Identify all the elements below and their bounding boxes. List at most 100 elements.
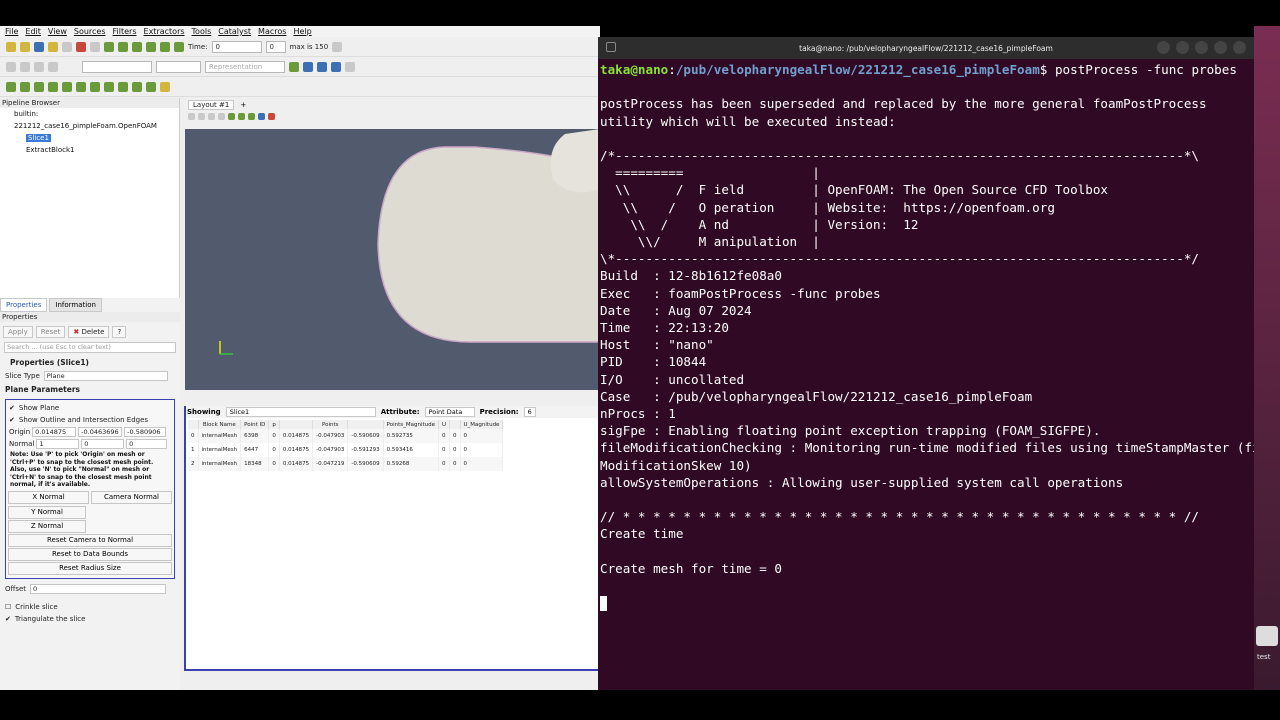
column-header[interactable]: Points_Magnitude — [383, 420, 440, 429]
camera-normal-button[interactable]: Camera Normal — [91, 490, 172, 504]
select-cells-icon[interactable] — [238, 113, 245, 120]
menu-view[interactable]: View — [48, 26, 67, 37]
column-header[interactable] — [347, 420, 384, 429]
column-header[interactable]: Points — [312, 420, 349, 429]
menu-extractors[interactable]: Extractors — [144, 26, 185, 37]
clip-icon[interactable] — [34, 81, 44, 92]
select-points-icon[interactable] — [228, 113, 235, 120]
view-tool-icon[interactable] — [198, 113, 205, 120]
prev-frame-icon[interactable] — [118, 41, 128, 52]
pipeline-item-openfoam[interactable]: 221212_case16_pimpleFoam.OpenFOAM — [0, 120, 179, 132]
offset-field[interactable]: 0 — [30, 583, 167, 594]
view-tool-icon[interactable] — [188, 113, 195, 120]
threshold-icon[interactable] — [62, 81, 72, 92]
showing-select[interactable]: Slice1 — [225, 407, 376, 417]
normal-y-field[interactable]: 0 — [81, 439, 125, 449]
triangulate-checkbox[interactable]: ✔ — [5, 615, 11, 623]
glyph-icon[interactable] — [90, 81, 100, 92]
open-icon[interactable] — [6, 41, 16, 52]
select-block-icon[interactable] — [248, 113, 255, 120]
loop-icon[interactable] — [174, 41, 184, 52]
search-input[interactable]: Search ... (use Esc to clear text) — [4, 342, 176, 353]
crinkle-checkbox[interactable]: ☐ — [5, 603, 11, 611]
terminal-output[interactable]: taka@nano:/pub/velopharyngealFlow/221212… — [598, 59, 1254, 612]
rescale-custom-icon[interactable] — [48, 61, 58, 72]
new-tab-icon[interactable] — [606, 42, 616, 52]
table-row[interactable]: 1 internalMesh 6447 0 0.014875 -0.047903 -0.59… — [188, 443, 504, 457]
reset-button[interactable]: Reset — [35, 326, 66, 338]
help-button[interactable]: ? — [112, 326, 127, 338]
time-select[interactable]: 0 — [211, 40, 262, 53]
tab-information[interactable]: Information — [49, 298, 102, 312]
last-frame-icon[interactable] — [160, 41, 170, 52]
menu-help[interactable]: Help — [293, 26, 311, 37]
extract-subset-icon[interactable] — [76, 81, 86, 92]
color-icon[interactable] — [20, 61, 30, 72]
slice-icon[interactable] — [48, 81, 58, 92]
z-normal-button[interactable]: Z Normal — [8, 519, 86, 533]
new-layout-button[interactable]: + — [240, 101, 246, 109]
menu-edit[interactable]: Edit — [25, 26, 41, 37]
add-icon[interactable] — [258, 113, 265, 120]
show-outline-checkbox[interactable]: ✔ — [9, 416, 15, 424]
origin-y-field[interactable]: -0.0463696 — [78, 427, 123, 437]
origin-z-field[interactable]: -0.580906 — [124, 427, 167, 437]
delete-button[interactable]: ✖ Delete — [68, 326, 110, 338]
axis-z-icon[interactable] — [331, 61, 341, 72]
column-header[interactable] — [449, 420, 461, 429]
apply-button[interactable]: Apply — [3, 326, 33, 338]
column-header[interactable]: U — [438, 420, 451, 429]
ruler-icon[interactable] — [160, 81, 170, 92]
column-header[interactable]: p — [268, 420, 280, 429]
menu-icon[interactable] — [1176, 41, 1189, 54]
column-header[interactable]: Point ID — [240, 420, 270, 429]
normal-z-field[interactable]: 0 — [126, 439, 168, 449]
warp-icon[interactable] — [118, 81, 128, 92]
search-icon[interactable] — [1157, 41, 1170, 54]
minimize-icon[interactable] — [1195, 41, 1208, 54]
axis-x-icon[interactable] — [303, 61, 313, 72]
reset-camera-button[interactable]: Reset Camera to Normal — [8, 533, 172, 547]
column-header[interactable] — [188, 420, 199, 429]
representation-select[interactable]: Representation — [205, 60, 285, 73]
close-icon[interactable] — [1233, 41, 1246, 54]
column-header[interactable] — [279, 420, 314, 429]
column-header[interactable]: Block Name — [198, 420, 242, 429]
play-icon[interactable] — [132, 41, 142, 52]
clear-selection-icon[interactable] — [268, 113, 275, 120]
folder-icon[interactable] — [20, 41, 30, 52]
menu-tools[interactable]: Tools — [192, 26, 212, 37]
axis-y-icon[interactable] — [317, 61, 327, 72]
tab-layout-1[interactable]: Layout #1 — [188, 99, 235, 110]
component-select[interactable] — [156, 60, 201, 73]
menu-macros[interactable]: Macros — [258, 26, 286, 37]
attribute-select[interactable]: Point Data — [424, 407, 475, 417]
precision-spinbox[interactable]: 6 — [523, 407, 536, 417]
pipeline-item-builtin[interactable]: builtin: — [0, 108, 179, 120]
desktop-icon[interactable] — [1256, 626, 1278, 646]
view-tool-icon[interactable] — [218, 113, 225, 120]
column-header[interactable]: U_Magnitude — [460, 420, 504, 429]
menu-sources[interactable]: Sources — [74, 26, 106, 37]
x-normal-button[interactable]: X Normal — [8, 490, 89, 504]
next-frame-icon[interactable] — [146, 41, 156, 52]
normal-x-field[interactable]: 1 — [36, 439, 80, 449]
zoom-icon[interactable] — [332, 41, 343, 52]
show-plane-checkbox[interactable]: ✔ — [9, 404, 15, 412]
contour-icon[interactable] — [20, 81, 30, 92]
connect-icon[interactable] — [62, 41, 72, 52]
pipeline-item-slice1[interactable]: Slice1 — [0, 132, 179, 144]
reset-radius-button[interactable]: Reset Radius Size — [8, 561, 172, 575]
render-view[interactable] — [185, 129, 600, 390]
color-select[interactable] — [82, 60, 152, 73]
slice-type-select[interactable]: Plane — [43, 371, 168, 381]
calculator-icon[interactable] — [6, 81, 16, 92]
save-icon[interactable] — [34, 41, 44, 52]
redo-icon[interactable] — [90, 41, 100, 52]
maximize-icon[interactable] — [1214, 41, 1227, 54]
origin-x-field[interactable]: 0.014875 — [32, 427, 77, 437]
y-normal-button[interactable]: Y Normal — [8, 505, 86, 519]
time-step-input[interactable]: 0 — [265, 40, 286, 53]
reset-camera-icon[interactable] — [289, 61, 299, 72]
menu-file[interactable]: File — [5, 26, 18, 37]
